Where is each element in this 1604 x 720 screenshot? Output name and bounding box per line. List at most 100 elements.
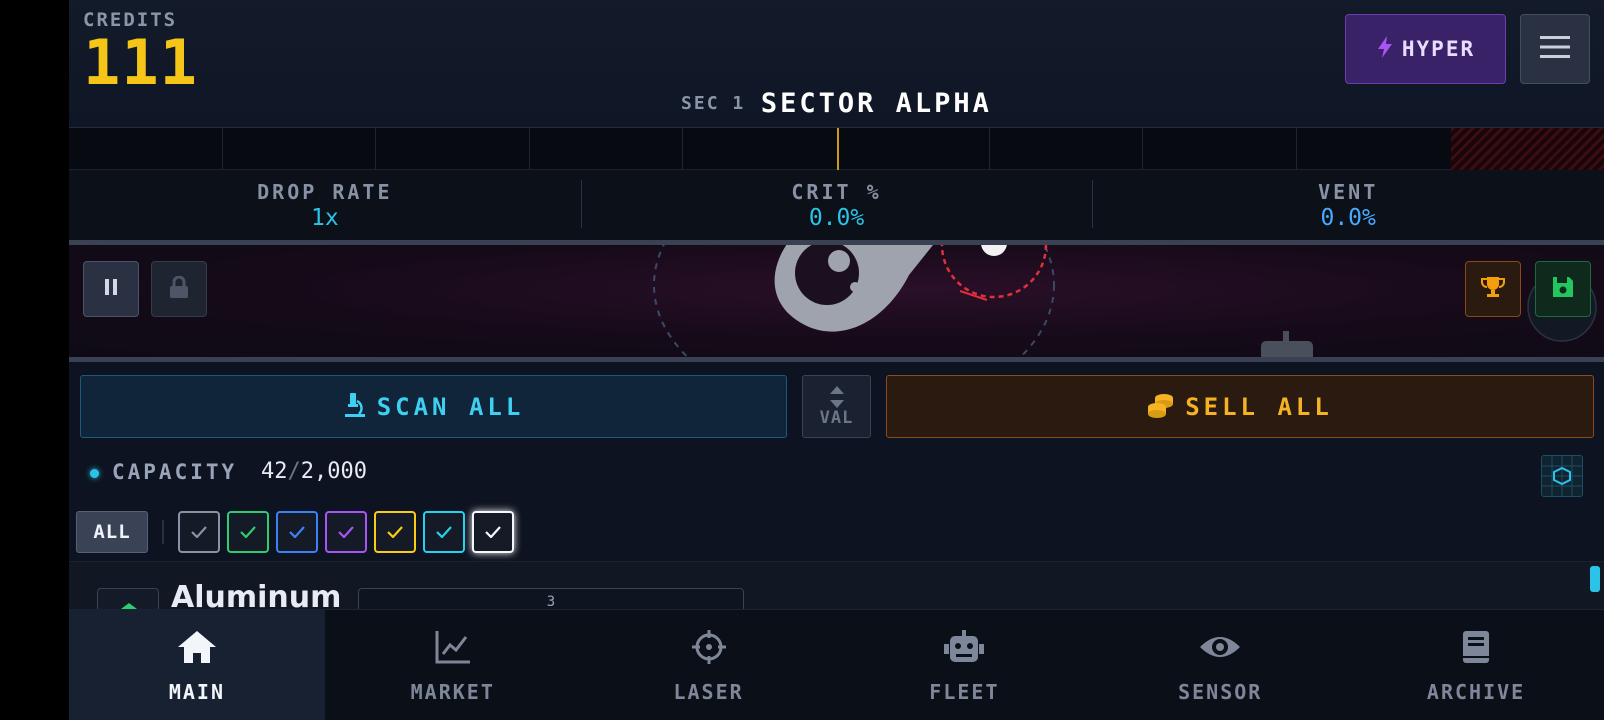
rarity-filter-checkbox[interactable] xyxy=(178,511,220,553)
asteroid-crater xyxy=(850,282,860,292)
coins-icon xyxy=(1147,392,1175,422)
stat-drop-rate: DROP RATE 1x xyxy=(69,170,581,240)
rarity-filter-checkbox[interactable] xyxy=(276,511,318,553)
bolt-icon xyxy=(1376,36,1394,62)
scan-all-button[interactable]: SCAN ALL xyxy=(80,375,787,438)
chart-icon xyxy=(435,630,471,668)
hyper-button[interactable]: HYPER xyxy=(1345,14,1506,84)
nav-label: MARKET xyxy=(410,680,495,704)
strip-marker xyxy=(837,128,839,170)
material-quantity: 3 xyxy=(546,594,556,609)
menu-button[interactable] xyxy=(1520,14,1590,84)
check-icon xyxy=(485,526,501,538)
robot-icon xyxy=(942,630,986,668)
stat-label: VENT xyxy=(1318,180,1379,204)
rarity-filter-checkbox[interactable] xyxy=(325,511,367,553)
scan-all-label: SCAN ALL xyxy=(376,392,525,421)
rarity-filter-checkbox[interactable] xyxy=(472,511,514,553)
save-button[interactable] xyxy=(1535,261,1591,317)
sort-by-value-button[interactable]: VAL xyxy=(802,375,871,438)
lock-icon xyxy=(169,275,189,302)
grid-view-button[interactable] xyxy=(1541,455,1583,497)
list-scrollbar[interactable] xyxy=(1590,566,1600,592)
lock-button[interactable] xyxy=(151,261,207,317)
strip-tick xyxy=(1142,128,1143,170)
header: CREDITS 111 SEC 1 SECTOR ALPHA HYPER xyxy=(69,0,1604,128)
stat-crit: CRIT % 0.0% xyxy=(580,170,1093,240)
sell-all-button[interactable]: SELL ALL xyxy=(886,375,1594,438)
sector-name: SECTOR ALPHA xyxy=(760,88,992,119)
save-icon xyxy=(1552,276,1574,302)
crosshair-icon xyxy=(691,630,727,668)
capacity-separator: / xyxy=(287,459,301,484)
strip-tick xyxy=(375,128,376,170)
capacity-value: 42/2,000 xyxy=(261,459,367,484)
microscope-icon xyxy=(343,392,367,422)
check-icon xyxy=(191,526,207,538)
nav-label: FLEET xyxy=(929,680,1000,704)
rarity-filters: ALL xyxy=(69,508,1604,556)
stat-value: 1x xyxy=(310,205,339,231)
nav-label: ARCHIVE xyxy=(1426,680,1526,704)
material-icon xyxy=(97,588,159,609)
hazard-zone xyxy=(1451,128,1604,170)
eye-icon xyxy=(1199,630,1241,668)
nav-label: LASER xyxy=(673,680,744,704)
nav-archive[interactable]: ARCHIVE xyxy=(1348,610,1604,720)
nav-sensor[interactable]: SENSOR xyxy=(1092,610,1348,720)
credits-value: 111 xyxy=(83,26,198,99)
stats-bar: DROP RATE 1x CRIT % 0.0% VENT 0.0% xyxy=(69,170,1604,240)
hamburger-menu-icon xyxy=(1540,35,1570,63)
check-icon xyxy=(289,526,305,538)
check-icon xyxy=(338,526,354,538)
sector-progress-strip xyxy=(69,128,1604,170)
material-quantity-field[interactable]: 3 xyxy=(358,588,744,609)
nav-main[interactable]: MAIN xyxy=(69,610,325,720)
game-screen: CREDITS 111 SEC 1 SECTOR ALPHA HYPER DRO… xyxy=(69,0,1604,720)
nav-fleet[interactable]: FLEET xyxy=(836,610,1092,720)
home-icon xyxy=(177,630,217,668)
stat-label: CRIT % xyxy=(791,180,882,204)
rarity-filter-checkbox[interactable] xyxy=(423,511,465,553)
pause-icon xyxy=(104,279,118,299)
filter-all-button[interactable]: ALL xyxy=(76,511,148,553)
strip-tick xyxy=(222,128,223,170)
bottom-nav: MAIN MARKET LASER FLEET SENSOR ARCHIVE xyxy=(69,609,1604,720)
capacity-indicator xyxy=(90,469,99,478)
sector-title: SEC 1 SECTOR ALPHA xyxy=(69,88,1604,119)
rarity-filter-checkbox[interactable] xyxy=(227,511,269,553)
stat-value: 0.0% xyxy=(808,205,865,231)
asteroid-scene xyxy=(653,245,1597,357)
target-core xyxy=(981,245,1007,256)
strip-tick xyxy=(529,128,530,170)
capacity-label: CAPACITY xyxy=(112,460,238,484)
game-viewport[interactable] xyxy=(69,240,1604,362)
sector-number: SEC 1 xyxy=(681,93,746,114)
check-icon xyxy=(240,526,256,538)
rarity-filter-checkbox[interactable] xyxy=(374,511,416,553)
achievements-button[interactable] xyxy=(1465,261,1521,317)
grid-view-icon xyxy=(1542,456,1582,496)
filter-divider xyxy=(162,520,164,544)
pause-button[interactable] xyxy=(83,261,139,317)
sort-label: VAL xyxy=(819,408,854,428)
capacity-current: 42 xyxy=(261,459,288,484)
sell-all-label: SELL ALL xyxy=(1185,392,1333,421)
nav-market[interactable]: MARKET xyxy=(325,610,581,720)
nav-label: SENSOR xyxy=(1178,680,1263,704)
hyper-label: HYPER xyxy=(1401,37,1476,61)
nav-label: MAIN xyxy=(168,680,225,704)
capacity-row: CAPACITY 42/2,000 xyxy=(69,447,1604,497)
drone-robot xyxy=(1261,341,1313,357)
action-bar: SCAN ALL VAL SELL ALL xyxy=(69,367,1604,439)
nav-laser[interactable]: LASER xyxy=(581,610,837,720)
stat-vent: VENT 0.0% xyxy=(1092,170,1604,240)
strip-tick xyxy=(1296,128,1297,170)
drone-antenna xyxy=(1283,331,1289,343)
material-name: Aluminum xyxy=(171,580,342,609)
material-list[interactable]: Aluminum 3 xyxy=(69,561,1604,609)
book-icon xyxy=(1459,630,1493,668)
asteroid-crater xyxy=(828,250,850,272)
filter-all-label: ALL xyxy=(93,521,131,543)
capacity-max: 2,000 xyxy=(300,459,367,484)
